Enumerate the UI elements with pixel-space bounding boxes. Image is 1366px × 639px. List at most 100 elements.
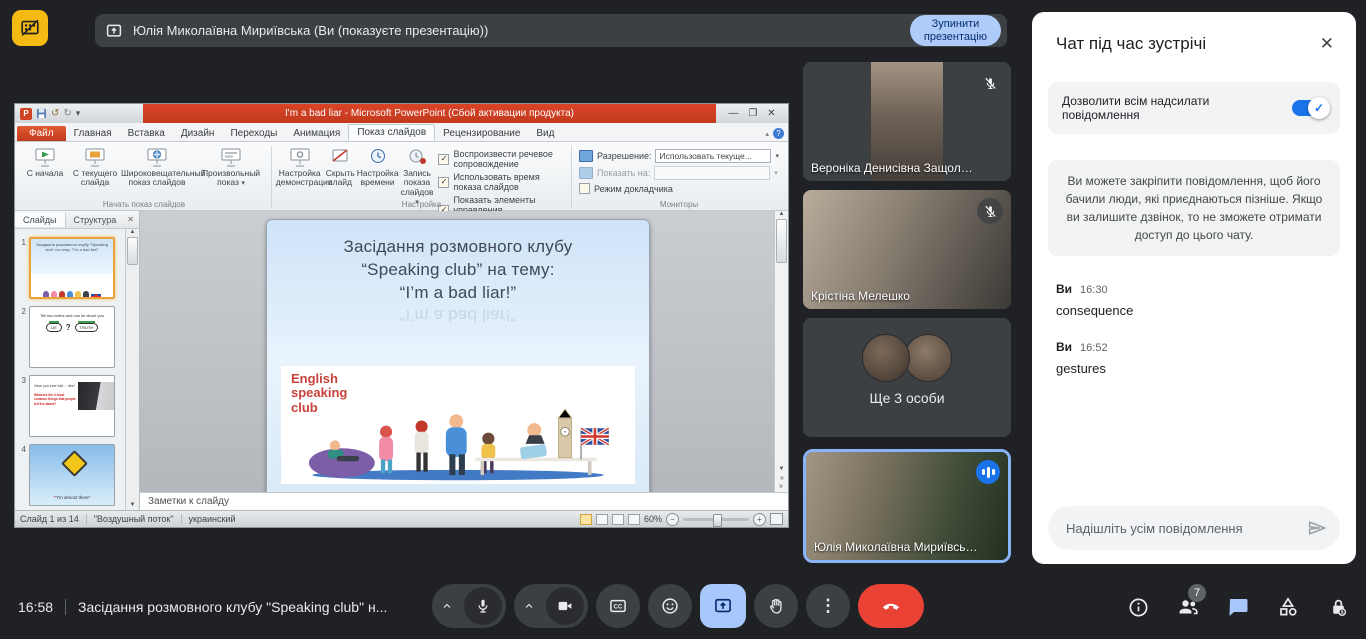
dropdown-icon[interactable]: ▾ (775, 152, 779, 160)
setup-screen-icon (289, 147, 311, 167)
slide-thumbnail-1[interactable]: Засідання розмовного клубу "Speaking clu… (29, 237, 115, 299)
previous-slide-button[interactable]: « (778, 476, 785, 479)
raise-hand-icon (767, 597, 786, 616)
meeting-details-button[interactable] (1124, 593, 1152, 621)
chat-button-active[interactable] (1224, 593, 1252, 621)
reading-view-icon[interactable] (612, 514, 624, 525)
participants-button[interactable]: 7 (1174, 593, 1202, 621)
slide-thumbnail-2[interactable]: Tell two truths and one lie about you LI… (29, 306, 115, 368)
rehearse-timings-button[interactable]: Настройка времени (356, 145, 400, 189)
mic-muted-indicator (977, 198, 1003, 224)
lock-icon (1327, 596, 1350, 619)
close-chat-icon[interactable]: ✕ (1314, 32, 1340, 56)
presentation-hidden-icon[interactable] (12, 10, 48, 46)
tab-file[interactable]: Файл (17, 126, 66, 141)
ppt-window-title[interactable]: I'm a bad liar - Microsoft PowerPoint (С… (143, 104, 716, 123)
mic-options-chevron-icon[interactable] (432, 600, 462, 612)
hide-slide-button[interactable]: Скрыть слайд (325, 145, 356, 189)
fit-to-window-button[interactable] (770, 513, 783, 525)
ppt-notes-area[interactable]: Заметки к слайду (140, 492, 788, 510)
raise-hand-button[interactable] (754, 584, 798, 628)
message-time: 16:30 (1080, 284, 1108, 296)
broadcast-slideshow-button[interactable]: Широковещательный показ слайдов (120, 145, 194, 189)
minimize-icon[interactable]: — (728, 108, 738, 119)
next-slide-button[interactable]: « (778, 485, 785, 488)
participant-tile-2[interactable]: Крістіна Мелешко (803, 190, 1011, 309)
zoom-slider[interactable] (683, 518, 749, 521)
slide-thumbnail-4[interactable]: *"I'm almost there" (29, 444, 115, 506)
present-button-active[interactable] (700, 584, 746, 628)
dropdown-icon: ▾ (774, 169, 778, 177)
save-icon[interactable] (36, 108, 47, 119)
record-slideshow-button[interactable]: Запись показа слайдов ▾ (400, 145, 435, 208)
participant-name: Вероніка Денисівна Защол… (811, 161, 973, 175)
participant-tile-self[interactable]: Юлія Миколаївна Мириївсь… (803, 449, 1011, 563)
message-text: gestures (1056, 361, 1332, 376)
host-controls-button[interactable] (1324, 593, 1352, 621)
use-timings-checkbox[interactable]: ✓ Использовать время показа слайдов (438, 172, 564, 192)
collapse-ribbon-icon[interactable]: ▴ (765, 130, 769, 138)
canvas-scrollbar[interactable]: ▲ ▼ « « (774, 211, 788, 492)
zoom-in-button[interactable]: + (753, 513, 766, 526)
scroll-up-icon[interactable]: ▲ (130, 229, 136, 235)
captions-button[interactable]: CC (596, 584, 640, 628)
activities-button[interactable] (1274, 593, 1302, 621)
tab-slideshow[interactable]: Показ слайдов (348, 124, 435, 141)
slide-thumbnail-3[interactable]: Have you ever told ... lies? What are th… (29, 375, 115, 437)
current-slide[interactable]: Засідання розмовного клубу “Speaking clu… (266, 219, 650, 492)
participant-tile-more[interactable]: Ще 3 особи (803, 318, 1011, 437)
participant-tile-1[interactable]: Вероніка Денисівна Защол… (803, 62, 1011, 181)
zoom-slider-thumb[interactable] (713, 514, 722, 527)
resolution-select[interactable]: Использовать текуще... (655, 149, 771, 163)
from-beginning-button[interactable]: С начала (20, 145, 70, 179)
qat-customize-icon[interactable]: ▾ (76, 108, 81, 119)
leave-call-button[interactable] (858, 584, 924, 628)
scroll-down-icon[interactable]: ▼ (779, 466, 785, 472)
camera-options-chevron-icon[interactable] (514, 600, 544, 612)
tab-animations[interactable]: Анимация (285, 126, 348, 141)
chat-input[interactable] (1064, 520, 1306, 537)
presenter-view-checkbox[interactable]: Режим докладчика (579, 183, 779, 194)
slide-thumb-row: 1 Засідання розмовного клубу "Speaking c… (17, 237, 123, 299)
mic-button[interactable] (464, 587, 502, 625)
slide-sorter-view-icon[interactable] (596, 514, 608, 525)
tab-review[interactable]: Рецензирование (435, 126, 528, 141)
scroll-up-icon[interactable]: ▲ (779, 211, 785, 217)
tab-home[interactable]: Главная (66, 126, 120, 141)
slide-thumb-row: 2 Tell two truths and one lie about you … (17, 306, 123, 368)
slideshow-view-icon[interactable] (628, 514, 640, 525)
close-window-icon[interactable]: ✕ (767, 108, 775, 119)
ppt-ribbon-tabs: Файл Главная Вставка Дизайн Переходы Ани… (15, 123, 788, 142)
panel-close-icon[interactable]: ✕ (127, 215, 139, 224)
normal-view-icon[interactable] (580, 514, 592, 525)
tab-transitions[interactable]: Переходы (222, 126, 285, 141)
tab-view[interactable]: Вид (528, 126, 562, 141)
group-label: Настройка (272, 200, 572, 209)
scrollbar-thumb[interactable] (127, 237, 138, 265)
redo-icon[interactable]: ↻ (63, 108, 71, 119)
camera-button-group[interactable] (514, 584, 588, 628)
stop-presentation-button[interactable]: Зупинити презентацію (910, 15, 1001, 46)
reactions-button[interactable] (648, 584, 692, 628)
help-icon[interactable]: ? (773, 128, 784, 139)
status-language[interactable]: украинский (189, 514, 236, 524)
custom-slideshow-button[interactable]: Произвольный показ ▾ (194, 145, 268, 189)
setup-slideshow-button[interactable]: Настройка демонстрации (275, 145, 325, 189)
tab-design[interactable]: Дизайн (173, 126, 223, 141)
play-narrations-checkbox[interactable]: ✓ Воспроизвести речевое сопровождение (438, 149, 564, 169)
panel-tab-slides[interactable]: Слайды (15, 213, 66, 227)
send-icon[interactable] (1306, 517, 1328, 539)
tab-insert[interactable]: Вставка (120, 126, 173, 141)
scroll-down-icon[interactable]: ▼ (130, 502, 136, 510)
more-options-button[interactable]: ⋮ (806, 584, 850, 628)
from-current-slide-button[interactable]: С текущего слайда (70, 145, 120, 189)
scrollbar-thumb[interactable] (776, 219, 787, 263)
restore-icon[interactable]: ❐ (748, 108, 757, 119)
camera-button[interactable] (546, 587, 584, 625)
mic-button-group[interactable] (432, 584, 506, 628)
undo-icon[interactable]: ↺ (51, 108, 59, 119)
panel-tab-outline[interactable]: Структура (66, 213, 125, 227)
panel-scrollbar[interactable]: ▲ ▼ (125, 229, 139, 510)
allow-messages-toggle[interactable]: ✓ (1292, 100, 1328, 116)
zoom-out-button[interactable]: − (666, 513, 679, 526)
